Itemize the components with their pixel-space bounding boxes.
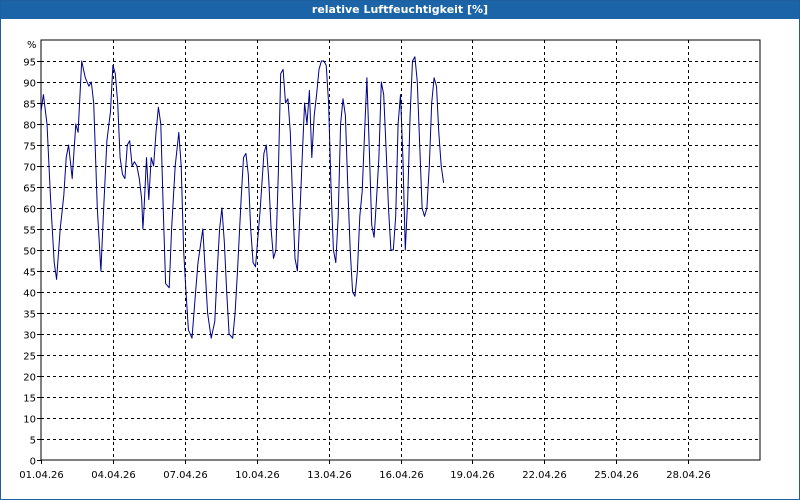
x-tick-label: 04.04.26	[91, 470, 136, 481]
x-tick-label: 16.04.26	[379, 470, 424, 481]
x-tick-label: 10.04.26	[235, 470, 280, 481]
y-tick-label: 30	[23, 331, 36, 342]
y-tick-label: 80	[23, 121, 36, 132]
x-tick-label: 01.04.26	[19, 470, 64, 481]
x-tick-label: 25.04.26	[594, 470, 639, 481]
y-axis-label: %	[27, 40, 37, 51]
y-tick-label: 5	[30, 436, 36, 447]
x-tick-label: 28.04.26	[666, 470, 711, 481]
y-tick-label: 25	[23, 352, 36, 363]
y-tick-label: 0	[30, 457, 36, 468]
y-tick-label: 85	[23, 100, 36, 111]
x-tick-label: 22.04.26	[522, 470, 567, 481]
y-tick-label: 55	[23, 226, 36, 237]
y-tick-label: 45	[23, 268, 36, 279]
y-tick-label: 40	[23, 289, 36, 300]
y-tick-label: 65	[23, 184, 36, 195]
grid	[37, 40, 760, 464]
humidity-series-line	[40, 56, 445, 339]
x-tick-label: 19.04.26	[450, 470, 495, 481]
y-tick-label: 90	[23, 79, 36, 90]
y-tick-label: 95	[23, 58, 36, 69]
x-tick-label: 13.04.26	[307, 470, 352, 481]
x-axis-labels: 01.04.26 04.04.26 07.04.26 10.04.26 13.04.26…	[19, 470, 711, 481]
x-tick-label: 07.04.26	[163, 470, 208, 481]
y-axis-labels: 0 5 10 15 20 25 30 35 40 45 50 55 60 65 70 75 80 85 90 95	[23, 58, 36, 468]
y-tick-label: 50	[23, 247, 36, 258]
y-tick-label: 70	[23, 163, 36, 174]
chart-area: 0 5 10 15 20 25 30 35 40 45 50 55 60 65 70 75 80 85 90 95 0…	[19, 39, 761, 481]
series	[40, 56, 445, 339]
y-tick-label: 35	[23, 310, 36, 321]
y-tick-label: 75	[23, 142, 36, 153]
y-tick-label: 60	[23, 205, 36, 216]
y-tick-label: 15	[23, 394, 36, 405]
y-tick-label: 20	[23, 373, 36, 384]
y-tick-label: 10	[23, 415, 36, 426]
